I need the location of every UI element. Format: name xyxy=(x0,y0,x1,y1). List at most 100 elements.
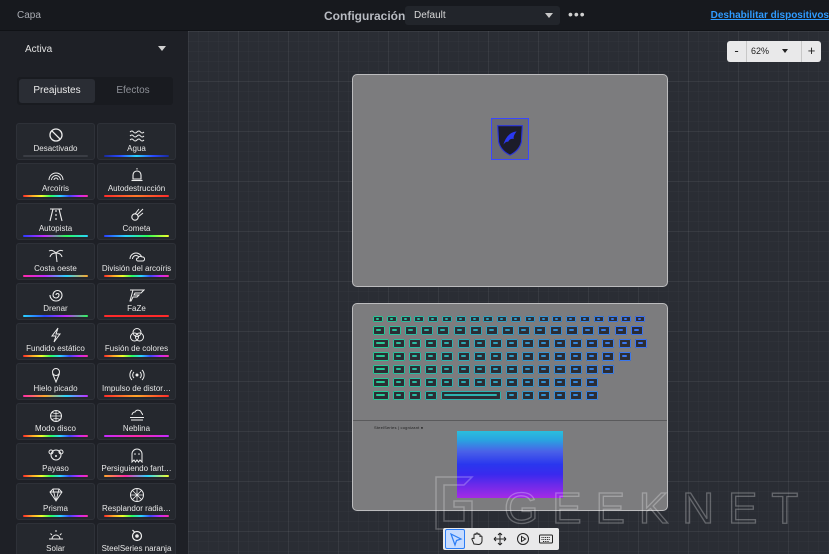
keyboard-key[interactable] xyxy=(538,316,549,322)
keyboard-key[interactable] xyxy=(393,391,406,400)
keyboard-key[interactable] xyxy=(409,339,422,348)
keyboard-key[interactable] xyxy=(457,352,470,361)
preset-steelseries-naranja[interactable]: SteelSeries naranja xyxy=(97,523,176,554)
keyboard-key[interactable] xyxy=(580,316,590,322)
keyboard-key[interactable] xyxy=(473,378,486,387)
keyboard-key[interactable] xyxy=(497,316,508,322)
keyboard-key[interactable] xyxy=(566,326,579,335)
keyboard-key[interactable] xyxy=(554,378,567,387)
preset-resplandor-radial[interactable]: Resplandor radia… xyxy=(97,483,176,520)
keyboard-key[interactable] xyxy=(602,365,615,374)
keyboard-key[interactable] xyxy=(425,378,438,387)
keyboard-key[interactable] xyxy=(505,352,518,361)
keyboard-key[interactable] xyxy=(570,365,583,374)
keyboard-key[interactable] xyxy=(405,326,418,335)
chevron-down-icon[interactable] xyxy=(782,49,788,53)
preset-arcoiris[interactable]: Arcoíris xyxy=(16,163,95,200)
keyboard-key[interactable] xyxy=(414,316,425,322)
keyboard-key[interactable] xyxy=(489,352,502,361)
disable-devices-link[interactable]: Deshabilitar dispositivos xyxy=(711,10,829,21)
keyboard-key[interactable] xyxy=(621,316,632,322)
preset-fundido-estatico[interactable]: Fundido estático xyxy=(16,323,95,360)
keyboard-key[interactable] xyxy=(453,326,466,335)
keyboard-key[interactable] xyxy=(618,339,631,348)
keyboard-key[interactable] xyxy=(373,326,385,335)
keyboard-key[interactable] xyxy=(511,316,521,322)
keyboard-key[interactable] xyxy=(393,378,406,387)
keyboard-key[interactable] xyxy=(457,339,470,348)
config-select[interactable]: Default xyxy=(405,6,560,25)
keyboard-key[interactable] xyxy=(455,316,466,322)
keyboard-key[interactable] xyxy=(538,378,550,387)
preset-persiguiendo-fantasmas[interactable]: Persiguiendo fant… xyxy=(97,443,176,480)
keyboard-key[interactable] xyxy=(538,339,550,348)
keyboard-key[interactable] xyxy=(441,352,454,361)
keyboard-key[interactable] xyxy=(537,391,550,400)
keyboard-key[interactable] xyxy=(469,316,480,322)
active-layer-select[interactable]: Activa xyxy=(17,36,172,60)
keyboard-key[interactable] xyxy=(554,365,567,374)
keyboard-key[interactable] xyxy=(505,339,518,348)
keyboard-key[interactable] xyxy=(483,316,494,322)
keyboard-key[interactable] xyxy=(570,339,583,348)
keyboard-key[interactable] xyxy=(582,326,595,335)
preset-desactivado[interactable]: Desactivado xyxy=(16,123,95,160)
keyboard-key[interactable] xyxy=(409,352,422,361)
lid-logo-zone[interactable] xyxy=(491,118,529,160)
keyboard-key[interactable] xyxy=(586,391,598,400)
preset-solar[interactable]: Solar xyxy=(16,523,95,554)
preset-autopista[interactable]: Autopista xyxy=(16,203,95,240)
keyboard-key[interactable] xyxy=(489,339,502,348)
keyboard-key[interactable] xyxy=(586,339,599,348)
keyboard-key[interactable] xyxy=(553,391,566,400)
keyboard-key[interactable] xyxy=(550,326,563,335)
preset-drenar[interactable]: Drenar xyxy=(16,283,95,320)
preset-autodestruccion[interactable]: Autodestrucción xyxy=(97,163,176,200)
keyboard-key[interactable] xyxy=(425,352,438,361)
keyboard-key[interactable] xyxy=(428,316,439,322)
preset-costa-oeste[interactable]: Costa oeste xyxy=(16,243,95,280)
keyboard-key[interactable] xyxy=(517,326,530,335)
preset-modo-disco[interactable]: Modo disco xyxy=(16,403,95,440)
keyboard-key[interactable] xyxy=(586,365,599,374)
preset-fusion-colores[interactable]: Fusión de colores xyxy=(97,323,176,360)
keyboard-key[interactable] xyxy=(469,326,482,335)
tab-effects[interactable]: Efectos xyxy=(95,79,171,103)
keyboard-key[interactable] xyxy=(505,391,518,400)
preset-impulso-distorsion[interactable]: Impulso de distor… xyxy=(97,363,176,400)
preset-neblina[interactable]: Neblina xyxy=(97,403,176,440)
keyboard-key[interactable] xyxy=(441,378,454,387)
keyboard-key[interactable] xyxy=(421,326,434,335)
keyboard-key[interactable] xyxy=(425,365,438,374)
keyboard-key[interactable] xyxy=(505,365,518,374)
keyboard-key[interactable] xyxy=(442,316,452,322)
keyboard-key[interactable] xyxy=(570,352,583,361)
keyboard-key[interactable] xyxy=(386,316,397,322)
keyboard-key[interactable] xyxy=(457,365,470,374)
preset-division-arcoiris[interactable]: División del arcoíris xyxy=(97,243,176,280)
keyboard-key[interactable] xyxy=(598,326,611,335)
keyboard-key[interactable] xyxy=(607,316,618,322)
move-tool-button[interactable] xyxy=(490,529,510,549)
keyboard-tool-button[interactable] xyxy=(536,529,556,549)
keyboard-key[interactable] xyxy=(373,378,389,387)
keyboard-key[interactable] xyxy=(602,352,615,361)
keyboard-key[interactable] xyxy=(437,326,450,335)
keyboard-key[interactable] xyxy=(538,365,550,374)
keyboard-key[interactable] xyxy=(501,326,514,335)
keyboard-key[interactable] xyxy=(373,391,389,400)
keyboard-key[interactable] xyxy=(489,378,502,387)
keyboard-key[interactable] xyxy=(441,391,502,400)
keyboard-key[interactable] xyxy=(473,352,486,361)
keyboard-key[interactable] xyxy=(521,339,534,348)
zoom-in-button[interactable]: + xyxy=(801,41,821,62)
keyboard-key[interactable] xyxy=(389,326,402,335)
preset-agua[interactable]: Agua xyxy=(97,123,176,160)
keyboard-key[interactable] xyxy=(409,378,422,387)
keyboard-key[interactable] xyxy=(634,339,647,348)
keyboard-key[interactable] xyxy=(485,326,498,335)
keyboard-key[interactable] xyxy=(457,378,470,387)
keyboard-key[interactable] xyxy=(554,339,567,348)
keyboard-key[interactable] xyxy=(393,339,406,348)
keyboard-key[interactable] xyxy=(569,391,582,400)
